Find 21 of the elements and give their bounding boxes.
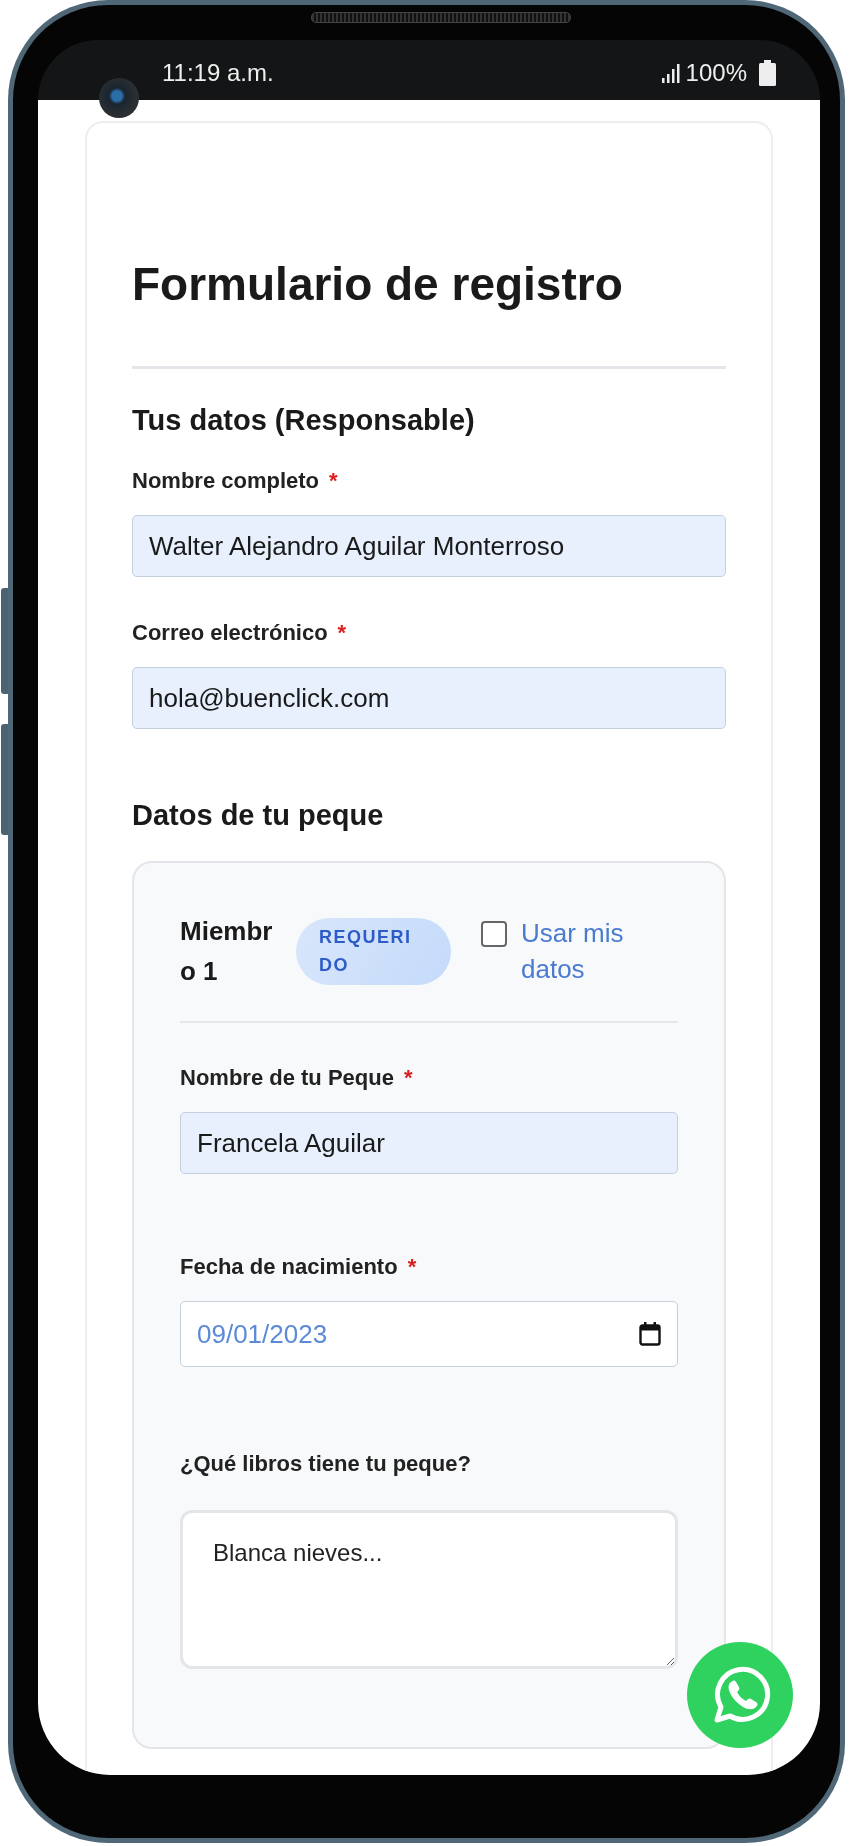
- form-title: Formulario de registro: [132, 257, 624, 312]
- required-badge: REQUERIDO: [296, 917, 451, 985]
- input-field[interactable]: Walter Alejandro Aguilar Monterroso: [132, 515, 726, 577]
- required-asterisk: *: [329, 468, 338, 494]
- status-time: 11:19 a.m.: [162, 59, 274, 87]
- field-label: Nombre completo: [132, 468, 320, 494]
- required-asterisk: *: [407, 1254, 417, 1280]
- use-my-data-link[interactable]: Usar mis datos: [521, 915, 646, 987]
- required-asterisk: *: [337, 620, 347, 646]
- text-area[interactable]: Blanca nieves...: [180, 1510, 678, 1669]
- input-field[interactable]: hola@buenclick.com: [132, 667, 726, 729]
- required-asterisk: *: [403, 1065, 413, 1091]
- input-field[interactable]: Francela Aguilar: [180, 1112, 678, 1174]
- battery-percent: 100%: [685, 59, 747, 87]
- section-title: Tus datos (Responsable): [132, 403, 476, 438]
- field-label: ¿Qué libros tiene tu peque?: [180, 1451, 471, 1477]
- field-label: Nombre de tu Peque: [180, 1065, 394, 1091]
- field-label: Correo electrónico: [132, 620, 328, 646]
- section-title: Datos de tu peque: [132, 798, 385, 833]
- member-title: Miembro 1: [180, 915, 274, 988]
- field-label: Fecha de nacimiento: [180, 1254, 398, 1280]
